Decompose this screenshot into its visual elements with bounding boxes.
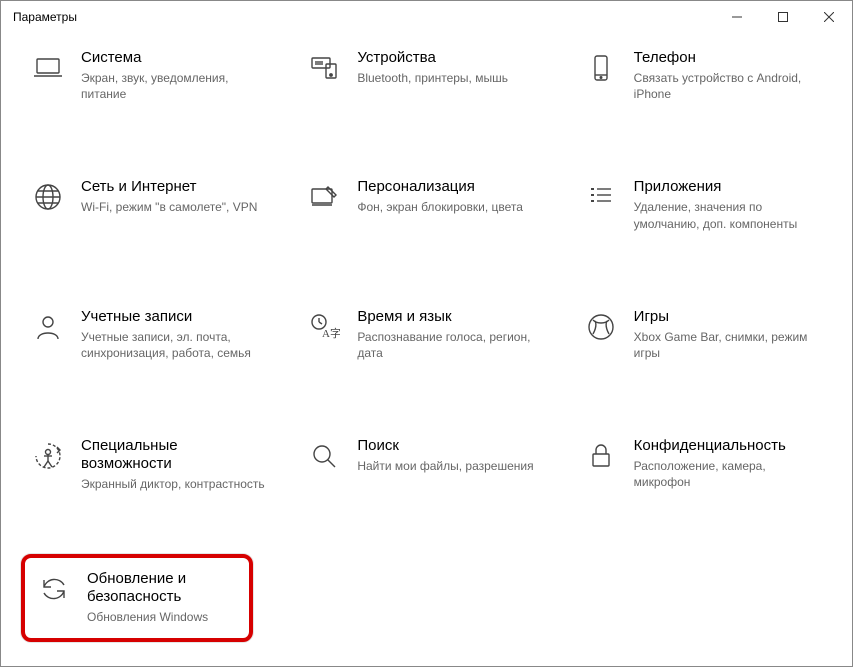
- tile-title: Игры: [634, 308, 824, 326]
- tile-desc: Xbox Game Bar, снимки, режим игры: [634, 329, 824, 361]
- devices-icon: [305, 49, 343, 87]
- time-language-icon: A字: [305, 308, 343, 346]
- tile-desc: Найти мои файлы, разрешения: [357, 458, 547, 474]
- tile-title: Система: [81, 49, 271, 67]
- tile-title: Сеть и Интернет: [81, 178, 271, 196]
- apps-icon: [582, 178, 620, 216]
- laptop-icon: [29, 49, 67, 87]
- tile-devices[interactable]: Устройства Bluetooth, принтеры, мышь: [297, 41, 555, 110]
- tile-system[interactable]: Система Экран, звук, уведомления, питани…: [21, 41, 279, 110]
- minimize-icon: [732, 12, 742, 22]
- tile-desc: Удаление, значения по умолчанию, доп. ко…: [634, 199, 824, 231]
- tile-desc: Распознавание голоса, регион, дата: [357, 329, 547, 361]
- tile-title: Конфиденциальность: [634, 437, 824, 455]
- settings-content: Система Экран, звук, уведомления, питани…: [1, 33, 852, 662]
- tile-time-language[interactable]: A字 Время и язык Распознавание голоса, ре…: [297, 300, 555, 369]
- tile-desc: Учетные записи, эл. почта, синхронизация…: [81, 329, 271, 361]
- tile-title: Учетные записи: [81, 308, 271, 326]
- close-button[interactable]: [806, 1, 852, 33]
- settings-grid: Система Экран, звук, уведомления, питани…: [21, 41, 832, 642]
- tile-update-security[interactable]: Обновление и безопасность Обновления Win…: [21, 554, 253, 641]
- maximize-icon: [778, 12, 788, 22]
- tile-desc: Wi-Fi, режим "в самолете", VPN: [81, 199, 271, 215]
- tile-title: Специальные возможности: [81, 437, 271, 473]
- xbox-icon: [582, 308, 620, 346]
- tile-network[interactable]: Сеть и Интернет Wi-Fi, режим "в самолете…: [21, 170, 279, 239]
- tile-title: Поиск: [357, 437, 547, 455]
- tile-phone[interactable]: Телефон Связать устройство с Android, iP…: [574, 41, 832, 110]
- paint-icon: [305, 178, 343, 216]
- tile-desc: Экранный диктор, контрастность: [81, 476, 271, 492]
- tile-desc: Экран, звук, уведомления, питание: [81, 70, 271, 102]
- tile-accounts[interactable]: Учетные записи Учетные записи, эл. почта…: [21, 300, 279, 369]
- tile-desc: Связать устройство с Android, iPhone: [634, 70, 824, 102]
- minimize-button[interactable]: [714, 1, 760, 33]
- tile-desc: Расположение, камера, микрофон: [634, 458, 824, 490]
- tile-personalization[interactable]: Персонализация Фон, экран блокировки, цв…: [297, 170, 555, 239]
- tile-accessibility[interactable]: Специальные возможности Экранный диктор,…: [21, 429, 279, 500]
- tile-privacy[interactable]: Конфиденциальность Расположение, камера,…: [574, 429, 832, 500]
- tile-title: Персонализация: [357, 178, 547, 196]
- search-icon: [305, 437, 343, 475]
- window-title: Параметры: [13, 10, 714, 24]
- accessibility-icon: [29, 437, 67, 475]
- tile-title: Обновление и безопасность: [87, 570, 239, 606]
- phone-icon: [582, 49, 620, 87]
- sync-icon: [35, 570, 73, 608]
- tile-desc: Bluetooth, принтеры, мышь: [357, 70, 547, 86]
- tile-apps[interactable]: Приложения Удаление, значения по умолчан…: [574, 170, 832, 239]
- close-icon: [824, 12, 834, 22]
- maximize-button[interactable]: [760, 1, 806, 33]
- tile-search[interactable]: Поиск Найти мои файлы, разрешения: [297, 429, 555, 500]
- globe-icon: [29, 178, 67, 216]
- tile-desc: Обновления Windows: [87, 609, 239, 625]
- tile-title: Устройства: [357, 49, 547, 67]
- tile-gaming[interactable]: Игры Xbox Game Bar, снимки, режим игры: [574, 300, 832, 369]
- tile-title: Телефон: [634, 49, 824, 67]
- tile-title: Приложения: [634, 178, 824, 196]
- person-icon: [29, 308, 67, 346]
- titlebar: Параметры: [1, 1, 852, 33]
- svg-text:A字: A字: [322, 326, 340, 340]
- tile-title: Время и язык: [357, 308, 547, 326]
- tile-desc: Фон, экран блокировки, цвета: [357, 199, 547, 215]
- lock-icon: [582, 437, 620, 475]
